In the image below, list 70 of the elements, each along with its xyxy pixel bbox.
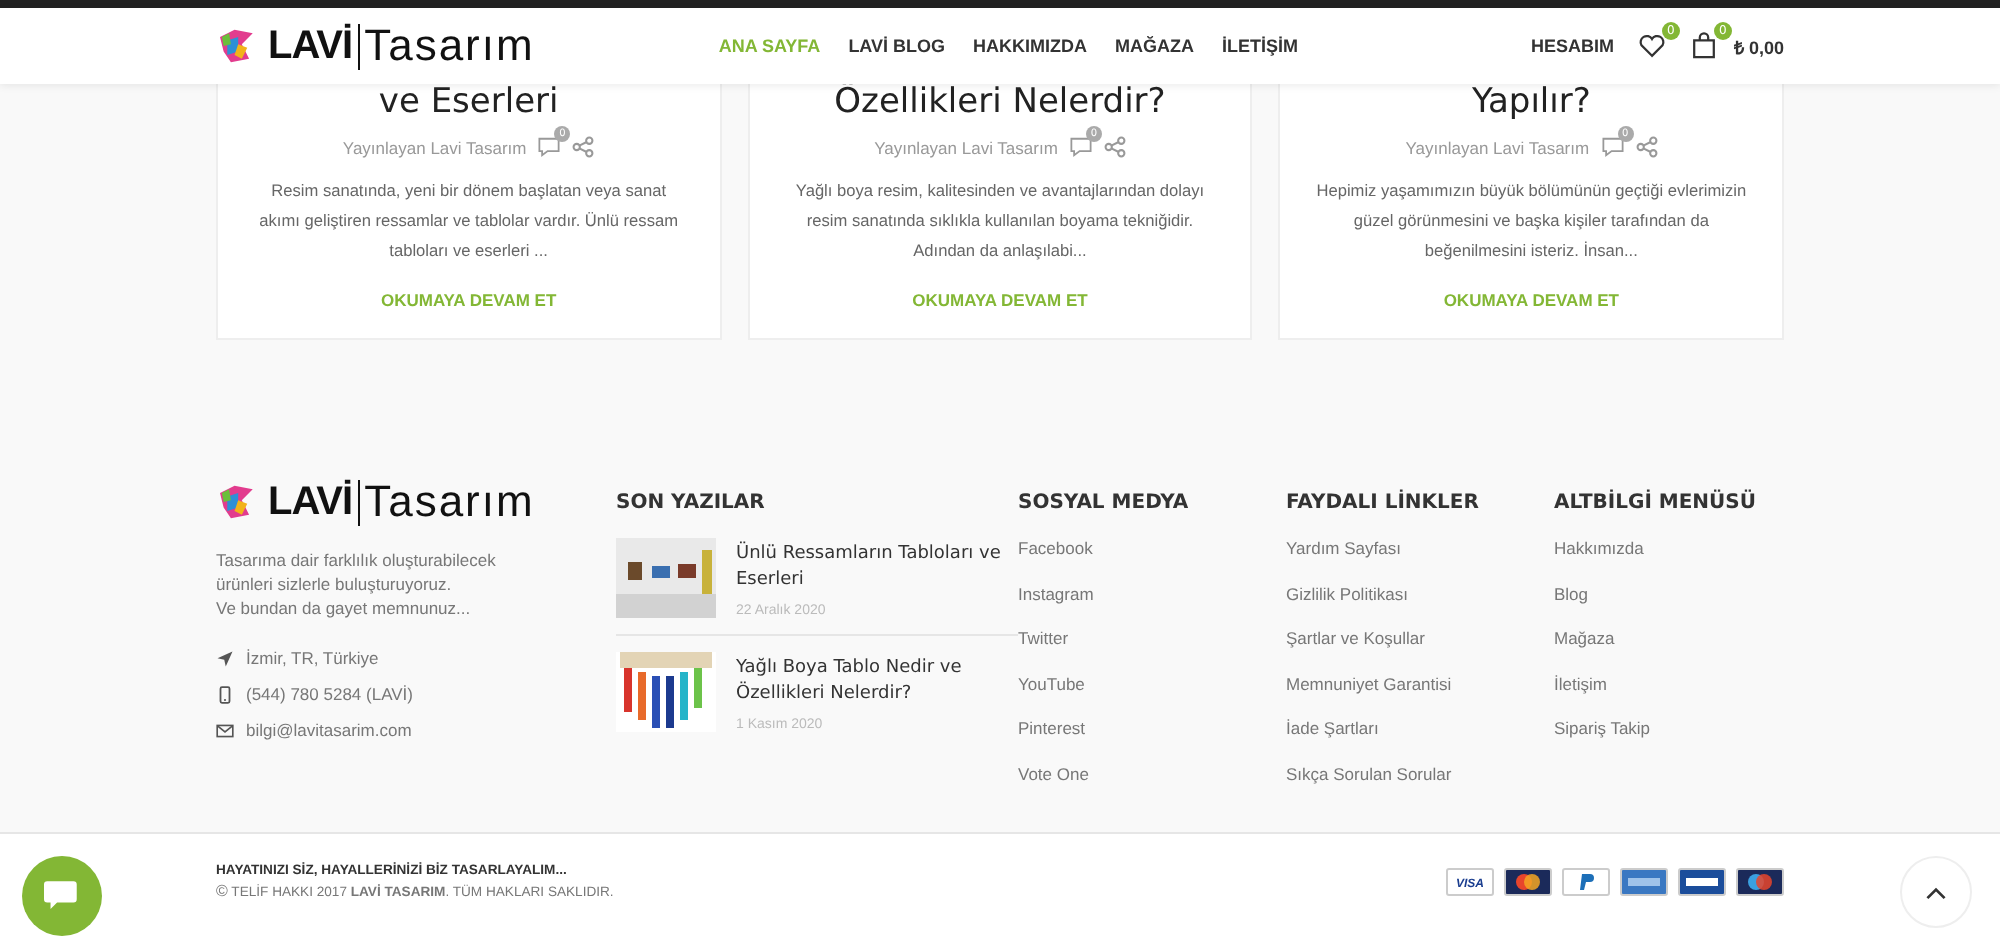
payment-card-icon [1620,868,1668,896]
read-more-link[interactable]: OKUMAYA DEVAM ET [1443,290,1620,310]
footer-link[interactable]: Vote One [1018,763,1286,808]
footer-link[interactable]: İletişim [1554,673,1784,718]
logo-mark: LAVİ [268,23,361,69]
post-link[interactable]: Ünlü Ressamların Tabloları ve Eserleri [736,542,1006,594]
logo[interactable]: LAVİ Tasarım [216,20,535,72]
logo-word: Tasarım [364,20,535,72]
footer-link[interactable]: İade Şartları [1286,718,1554,763]
comment-icon[interactable] [1069,136,1092,158]
heart-icon[interactable] [1637,32,1666,60]
comment-icon[interactable] [1601,136,1624,158]
column-heading: SON YAZILAR [616,492,767,514]
cart-total: ₺ 0,00 [1733,35,1784,59]
shopping-bag-icon[interactable] [1689,32,1718,60]
nav-link[interactable]: ANA SAYFA [718,36,821,56]
share-icon[interactable] [1635,136,1658,158]
nav-link[interactable]: İLETİŞİM [1222,36,1299,56]
footer-link[interactable]: Twitter [1018,628,1286,673]
comment-icon[interactable] [538,136,561,158]
share-icon[interactable] [1103,136,1126,158]
contact-text: İzmir, TR, Türkiye [246,648,379,668]
payment-card-icon [1736,868,1784,896]
payment-card-icon [1504,868,1552,896]
footer-link[interactable]: Pinterest [1018,718,1286,763]
logo-mark: LAVİ [268,479,361,525]
column-heading: ALTBİLGİ MENÜSÜ [1554,492,1758,514]
post-title[interactable]: Özellikleri Nelerdir? [834,80,1166,124]
post-excerpt: Hepimiz yaşamımızın büyük bölümünün geçtiği evlerimizin güzel görünmesini ve başka kişiler tarafından da beğenilmesini isteriz. İnsan... [1314,178,1749,264]
post-excerpt: Yağlı boya resim, kalitesinden ve avantajlarından dolayı resim sanatında sıklıkla kullanılan boyama tekniğidir. Adından da anlaşılabi... [793,178,1207,264]
payment-card-icon [1562,868,1610,896]
post-author: Yayınlayan Lavi Tasarım [342,137,527,157]
about-text: Tasarıma dair farklılık oluşturabilecek ürünleri sizlerle buluşturuyoruz. Ve bundan da gayet memnunuz... [216,548,498,620]
read-more-link[interactable]: OKUMAYA DEVAM ET [912,290,1088,310]
post-title[interactable]: ve Eserleri [378,80,559,124]
read-more-link[interactable]: OKUMAYA DEVAM ET [380,290,557,310]
chat-bubble-icon [42,878,82,914]
post-author: Yayınlayan Lavi Tasarım [874,137,1058,157]
footer-link[interactable]: Mağaza [1554,628,1784,673]
post-link[interactable]: Yağlı Boya Tablo Nedir ve Özellikleri Nelerdir? [736,656,1006,708]
footer-link[interactable]: Instagram [1018,583,1286,628]
column-heading: SOSYAL MEDYA [1018,492,1191,514]
nav-link[interactable]: HAKKIMIZDA [973,36,1088,56]
footer-link[interactable]: Hakkımızda [1554,538,1784,583]
footer-link[interactable]: Yardım Sayfası [1286,538,1554,583]
footer-link[interactable]: Facebook [1018,538,1286,583]
payment-card-icon [1678,868,1726,896]
footer-link[interactable]: Sipariş Takip [1554,718,1784,763]
phone-icon [216,685,234,703]
location-arrow-icon [216,649,234,667]
mail-icon [216,721,234,739]
footer-link[interactable]: Şartlar ve Koşullar [1286,628,1554,673]
nav-link[interactable]: LAVİ BLOG [848,36,946,56]
post-excerpt: Resim sanatında, yeni bir dönem başlatan veya sanat akımı geliştiren ressamlar ve tablolar vardır. Ünlü ressam tabloları ve eserleri ... [257,178,680,264]
post-title[interactable]: Yapılır? [1471,80,1591,124]
nav-link[interactable]: MAĞAZA [1115,36,1195,56]
column-heading: FAYDALI LİNKLER [1286,492,1481,514]
contact-text: bilgi@lavitasarim.com [246,720,412,740]
footer-link[interactable]: Gizlilik Politikası [1286,583,1554,628]
logo-word: Tasarım [364,476,535,528]
post-author: Yayınlayan Lavi Tasarım [1405,137,1590,157]
footer-logo[interactable]: LAVİ Tasarım [216,476,616,528]
contact-text: (544) 780 5284 (LAVİ) [246,684,413,704]
footer-link[interactable]: YouTube [1018,673,1286,718]
footer-link[interactable]: Memnuniyet Garantisi [1286,673,1554,718]
footer-link[interactable]: Blog [1554,583,1784,628]
share-icon[interactable] [572,136,595,158]
footer-link[interactable]: Sıkça Sorulan Sorular [1286,763,1554,808]
chevron-up-icon [1924,883,1948,901]
account-link[interactable]: HESABIM [1530,36,1614,56]
